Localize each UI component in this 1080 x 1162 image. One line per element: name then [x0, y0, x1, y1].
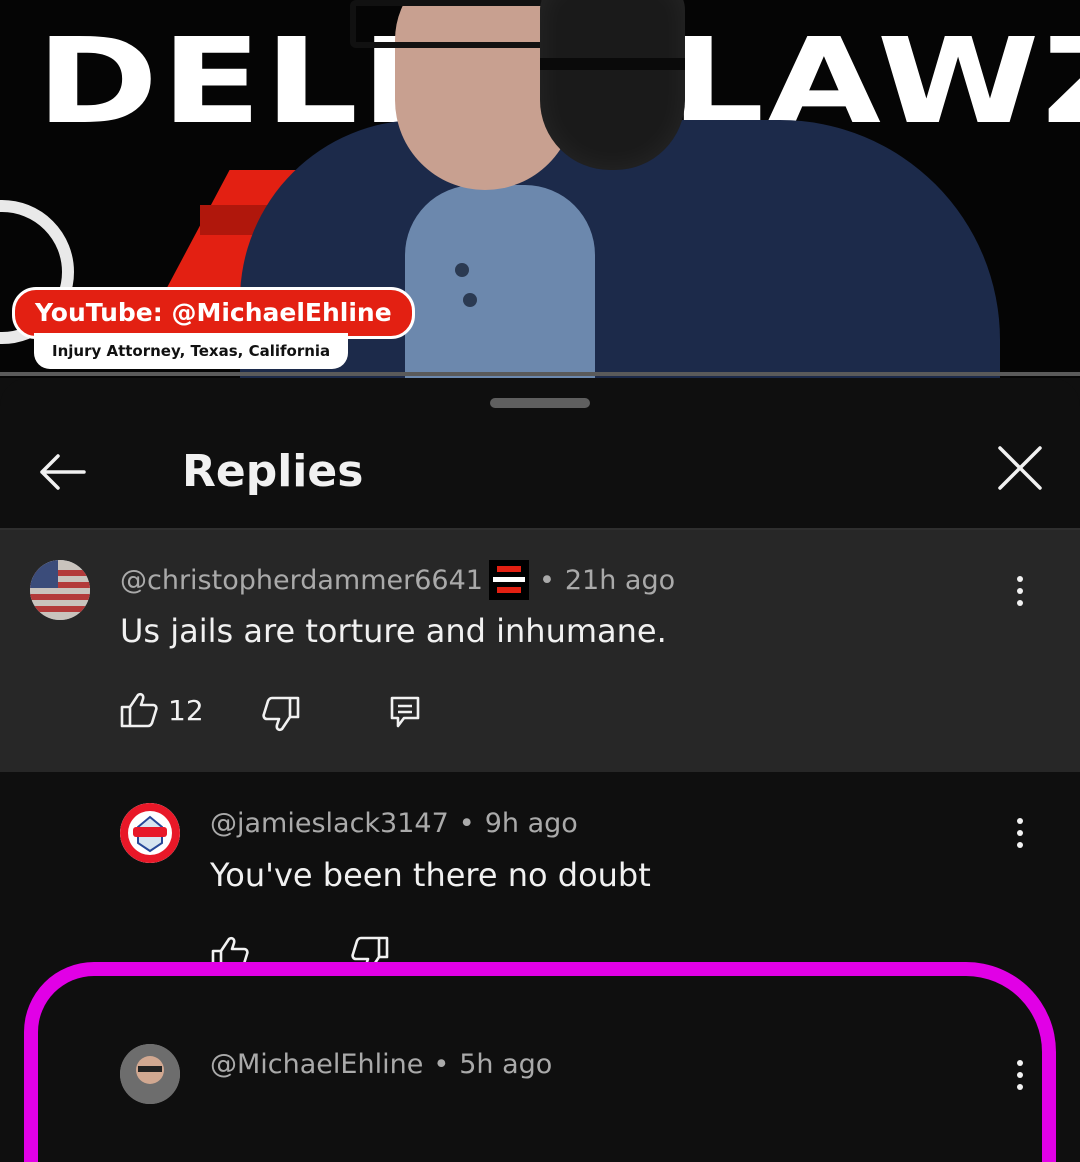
parent-comment: @christopherdammer6641 • 21h ago Us jail…	[0, 530, 1080, 772]
comment-meta: @christopherdammer6641 • 21h ago	[120, 560, 675, 600]
avatar[interactable]	[120, 803, 180, 863]
comment-text: Us jails are torture and inhumane.	[120, 612, 667, 650]
arrow-left-icon	[40, 454, 86, 490]
channel-badge-icon	[488, 560, 529, 600]
reply-time: 5h ago	[459, 1049, 553, 1080]
video-player[interactable]: DELETELAWZ YouTube: @MichaelEhline Injur…	[0, 0, 1080, 378]
presenter-glasses	[350, 0, 547, 48]
reply-meta: @jamieslack3147 • 9h ago	[210, 808, 578, 839]
reply-author[interactable]: @MichaelEhline	[210, 1049, 423, 1080]
avatar[interactable]	[30, 560, 90, 620]
presenter-shirt	[405, 185, 595, 378]
microphone-band	[540, 58, 685, 70]
flag-avatar-image	[30, 560, 90, 620]
meta-separator: •	[433, 1049, 450, 1080]
dislike-button[interactable]	[262, 696, 300, 732]
like-button[interactable]: 12	[120, 692, 204, 728]
reply-text: You've been there no doubt	[210, 856, 651, 894]
drag-handle[interactable]	[490, 398, 590, 408]
reply-time: 9h ago	[484, 808, 578, 839]
phillies-logo-avatar	[120, 803, 180, 863]
channel-tag: YouTube: @MichaelEhline	[12, 287, 415, 339]
shirt-button	[455, 263, 469, 277]
meta-separator: •	[458, 808, 475, 839]
thumbs-up-icon	[120, 692, 158, 728]
shirt-button	[463, 293, 477, 307]
thumbs-down-icon	[262, 696, 300, 732]
reply-comment-icon	[390, 696, 420, 728]
panel-header: Replies	[0, 426, 1080, 530]
panel-title: Replies	[182, 446, 364, 497]
reply-author[interactable]: @jamieslack3147	[210, 808, 449, 839]
video-progress-bar[interactable]	[0, 372, 1080, 376]
close-icon	[998, 446, 1042, 490]
more-options-button[interactable]	[1000, 1050, 1040, 1100]
comment-time: 21h ago	[564, 564, 676, 596]
like-count: 12	[168, 693, 204, 727]
back-button[interactable]	[34, 444, 90, 500]
close-button[interactable]	[992, 440, 1048, 496]
person-avatar-image	[120, 1044, 180, 1104]
more-options-button[interactable]	[1000, 808, 1040, 858]
channel-subtag: Injury Attorney, Texas, California	[34, 333, 349, 369]
meta-separator: •	[538, 564, 555, 596]
comment-author[interactable]: @christopherdammer6641	[120, 565, 483, 596]
avatar[interactable]	[120, 1044, 180, 1104]
reply-meta: @MichaelEhline • 5h ago	[210, 1049, 552, 1080]
reply-button[interactable]	[390, 696, 420, 728]
microphone	[540, 0, 685, 170]
more-options-button[interactable]	[1000, 566, 1040, 616]
